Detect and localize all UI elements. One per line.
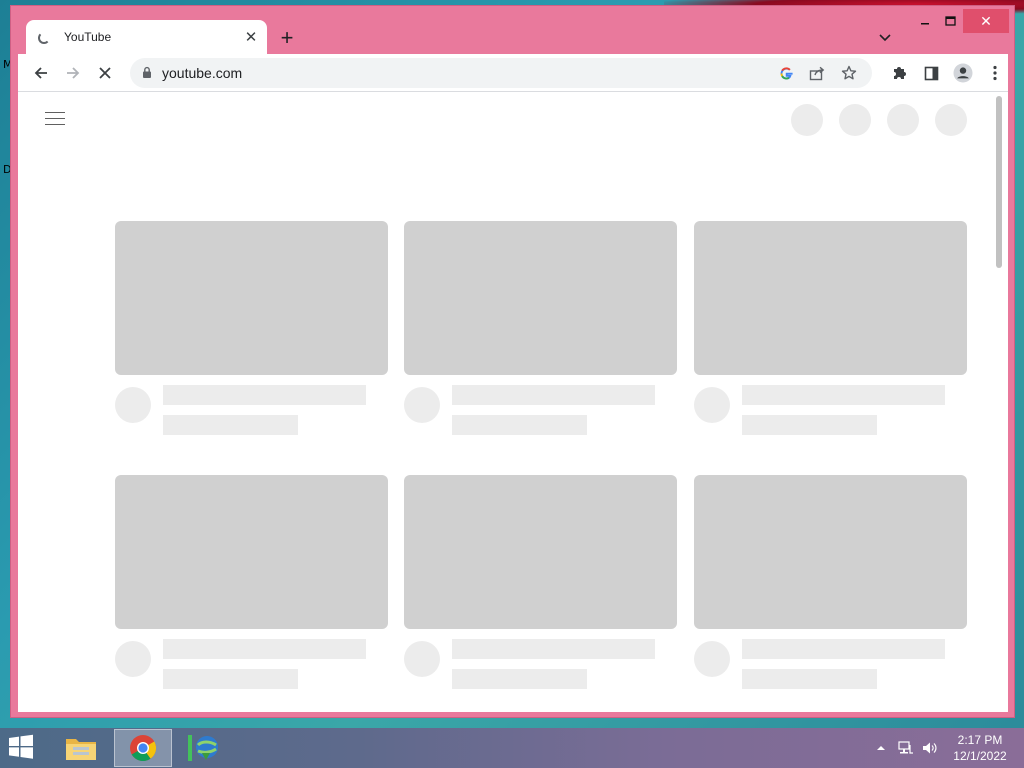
taskbar: 2:17 PM 12/1/2022 — [0, 728, 1024, 768]
start-windows-icon[interactable] — [6, 734, 40, 764]
lock-icon[interactable] — [142, 66, 152, 84]
google-chrome-icon[interactable] — [114, 729, 172, 767]
meta-placeholder — [452, 669, 587, 689]
video-card-skeleton — [694, 221, 967, 451]
header-icon-placeholder — [839, 104, 871, 136]
video-card-skeleton — [404, 475, 677, 705]
title-placeholder — [163, 639, 366, 659]
file-explorer-icon[interactable] — [52, 729, 110, 767]
page-content — [18, 91, 1008, 712]
thumbnail-placeholder — [694, 475, 967, 629]
avatar-placeholder — [694, 387, 730, 423]
video-card-skeleton — [115, 475, 388, 705]
title-placeholder — [452, 639, 655, 659]
side-panel-icon[interactable] — [918, 60, 944, 86]
address-bar[interactable]: youtube.com — [130, 58, 872, 88]
meta-placeholder — [742, 669, 877, 689]
tab-search-chevron-icon[interactable] — [873, 26, 897, 50]
meta-placeholder — [163, 415, 298, 435]
thumbnail-placeholder — [404, 475, 677, 629]
profile-icon[interactable] — [950, 60, 976, 86]
back-arrow-icon[interactable] — [28, 60, 54, 86]
minimize-button[interactable] — [913, 9, 937, 33]
url-text[interactable]: youtube.com — [162, 65, 242, 81]
header-icon-placeholder — [935, 104, 967, 136]
stop-loading-icon[interactable] — [92, 60, 118, 86]
menu-kebab-icon[interactable] — [982, 60, 1008, 86]
scrollbar-thumb[interactable] — [996, 96, 1002, 268]
network-icon[interactable] — [896, 728, 916, 768]
clock-date: 12/1/2022 — [953, 749, 1007, 763]
avatar-placeholder — [404, 387, 440, 423]
tab-youtube[interactable]: YouTube ✕ — [26, 20, 267, 54]
bookmark-star-icon[interactable] — [838, 63, 860, 83]
thumbnail-placeholder — [115, 475, 388, 629]
browser-toolbar: youtube.com — [18, 54, 1008, 91]
thumbnail-placeholder — [694, 221, 967, 375]
tab-title: YouTube — [64, 30, 112, 44]
meta-placeholder — [452, 415, 587, 435]
share-icon[interactable] — [806, 63, 828, 83]
new-tab-button[interactable]: + — [273, 24, 301, 52]
maximize-button[interactable] — [937, 9, 963, 33]
title-placeholder — [452, 385, 655, 405]
close-window-button[interactable]: ✕ — [963, 9, 1009, 33]
title-placeholder — [742, 639, 945, 659]
title-bar[interactable]: YouTube ✕ + ✕ — [11, 6, 1014, 54]
forward-arrow-icon[interactable] — [60, 60, 86, 86]
video-card-skeleton — [694, 475, 967, 705]
avatar-placeholder — [694, 641, 730, 677]
thumbnail-placeholder — [404, 221, 677, 375]
avatar-placeholder — [115, 387, 151, 423]
loading-spinner-icon — [38, 32, 50, 44]
video-card-skeleton — [115, 221, 388, 451]
thumbnail-placeholder — [115, 221, 388, 375]
header-icon-placeholder — [791, 104, 823, 136]
avatar-placeholder — [115, 641, 151, 677]
meta-placeholder — [163, 669, 298, 689]
meta-placeholder — [742, 415, 877, 435]
google-lens-icon[interactable] — [775, 63, 797, 83]
browser-window: YouTube ✕ + ✕ youtube.com — [10, 5, 1015, 718]
extensions-puzzle-icon[interactable] — [886, 60, 912, 86]
clock-time: 2:17 PM — [957, 733, 1003, 747]
avatar-placeholder — [404, 641, 440, 677]
show-hidden-icons-arrow-icon[interactable] — [874, 728, 888, 768]
system-clock[interactable]: 2:17 PM 12/1/2022 — [944, 732, 1016, 764]
tab-close-icon[interactable]: ✕ — [241, 27, 261, 47]
internet-download-manager-icon[interactable] — [176, 729, 234, 767]
header-icon-placeholder — [887, 104, 919, 136]
volume-speaker-icon[interactable] — [920, 728, 940, 768]
title-placeholder — [163, 385, 366, 405]
title-placeholder — [742, 385, 945, 405]
video-card-skeleton — [404, 221, 677, 451]
menu-hamburger-icon[interactable] — [45, 112, 65, 128]
